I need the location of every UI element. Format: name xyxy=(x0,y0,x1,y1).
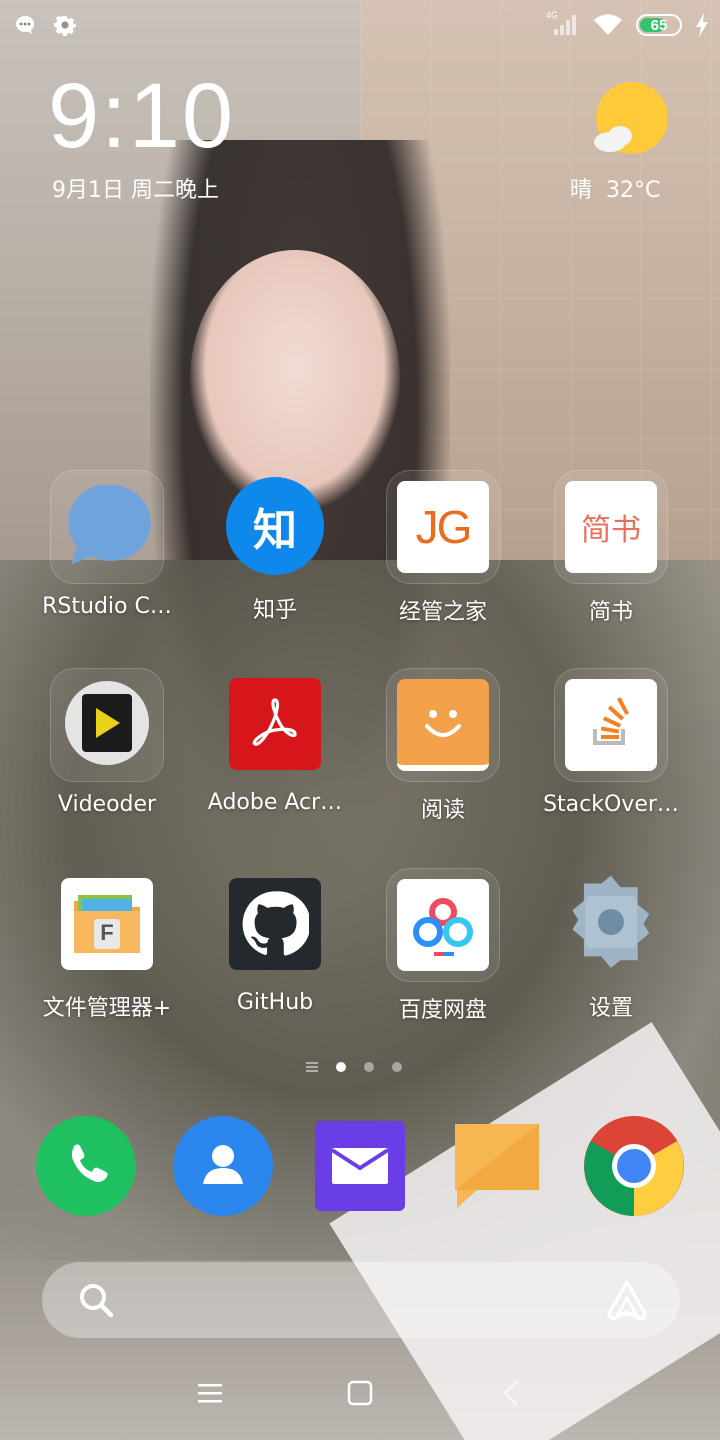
jianshu-icon: 简书 xyxy=(565,481,657,573)
app-label: 经管之家 xyxy=(398,600,487,625)
phone-icon xyxy=(36,1116,136,1216)
network-label: 4G xyxy=(546,10,559,20)
battery-icon: 65 xyxy=(636,14,682,36)
search-bar[interactable] xyxy=(42,1262,680,1338)
app-label: 阅读 xyxy=(420,798,465,823)
home-icon[interactable] xyxy=(343,1376,377,1410)
file-manager-icon: F xyxy=(61,878,153,970)
page-indicator-menu-icon xyxy=(306,1062,318,1072)
email-icon xyxy=(315,1121,405,1211)
app-github[interactable]: GitHub xyxy=(200,868,350,1015)
app-videoder[interactable]: Videoder xyxy=(32,668,182,817)
app-baidu-netdisk[interactable]: 百度网盘 xyxy=(368,868,518,1024)
app-label: 文件管理器+ xyxy=(42,996,172,1021)
contacts-icon xyxy=(173,1116,273,1216)
page-dot xyxy=(364,1062,374,1072)
page-indicator[interactable] xyxy=(306,1062,402,1072)
app-label: GitHub xyxy=(236,990,314,1015)
signal-icon: 4G xyxy=(546,10,580,38)
weather-temperature: 32°C xyxy=(606,178,661,203)
app-label: 百度网盘 xyxy=(398,998,487,1023)
dock-phone[interactable] xyxy=(36,1116,136,1216)
adobe-acrobat-icon xyxy=(229,678,321,770)
clock-date[interactable]: 9月1日 周二晚上 xyxy=(52,172,219,204)
weather-condition: 晴 xyxy=(570,178,593,203)
app-label: Adobe Acr… xyxy=(207,790,343,815)
app-label: RStudio C… xyxy=(42,594,172,619)
app-label: 设置 xyxy=(588,996,633,1021)
zhihu-icon: 知 xyxy=(226,477,324,575)
dock-chrome[interactable] xyxy=(584,1116,684,1216)
sunny-cloud-icon[interactable] xyxy=(590,80,670,160)
charging-icon xyxy=(694,12,710,38)
wifi-icon xyxy=(592,12,624,38)
search-icon[interactable] xyxy=(76,1280,116,1320)
app-file-manager[interactable]: F 文件管理器+ xyxy=(32,868,182,1022)
jg-icon: JG xyxy=(397,481,489,573)
notification-bubble-icon xyxy=(12,12,38,38)
app-rstudio[interactable]: RStudio C… xyxy=(32,470,182,619)
status-bar: 4G 65 xyxy=(0,0,720,52)
clock-time[interactable]: 9:10 xyxy=(48,70,235,162)
dock-messages[interactable] xyxy=(447,1116,547,1216)
message-icon xyxy=(455,1124,539,1208)
page-dot xyxy=(336,1062,346,1072)
dock-email[interactable] xyxy=(310,1116,410,1216)
app-label: 简书 xyxy=(588,600,633,625)
app-jianshu[interactable]: 简书 简书 xyxy=(536,470,686,626)
github-icon xyxy=(229,878,321,970)
app-zhihu[interactable]: 知 知乎 xyxy=(200,470,350,624)
app-settings[interactable]: 设置 xyxy=(536,868,686,1022)
app-jgzj[interactable]: JG 经管之家 xyxy=(368,470,518,626)
videoder-icon xyxy=(62,678,152,772)
assistant-icon[interactable] xyxy=(604,1278,650,1322)
app-stackoverflow[interactable]: StackOver… xyxy=(536,668,686,817)
dock-contacts[interactable] xyxy=(173,1116,273,1216)
chrome-icon xyxy=(584,1116,684,1216)
battery-percent: 65 xyxy=(650,16,668,34)
gear-icon xyxy=(52,12,78,38)
app-label: StackOver… xyxy=(543,792,679,817)
app-label: 知乎 xyxy=(252,598,297,623)
reader-icon xyxy=(397,679,489,771)
settings-gear-icon xyxy=(559,870,663,978)
stackoverflow-icon xyxy=(565,679,657,771)
app-label: Videoder xyxy=(57,792,157,817)
app-reader[interactable]: 阅读 xyxy=(368,668,518,824)
page-dot xyxy=(392,1062,402,1072)
chat-bubble-icon xyxy=(61,479,153,575)
menu-icon[interactable] xyxy=(193,1376,227,1410)
back-icon[interactable] xyxy=(494,1376,528,1410)
navigation-bar xyxy=(0,1360,720,1424)
weather-info[interactable]: 晴 32°C xyxy=(570,172,660,204)
app-adobe-acrobat[interactable]: Adobe Acr… xyxy=(200,668,350,815)
baidu-netdisk-icon xyxy=(397,879,489,971)
